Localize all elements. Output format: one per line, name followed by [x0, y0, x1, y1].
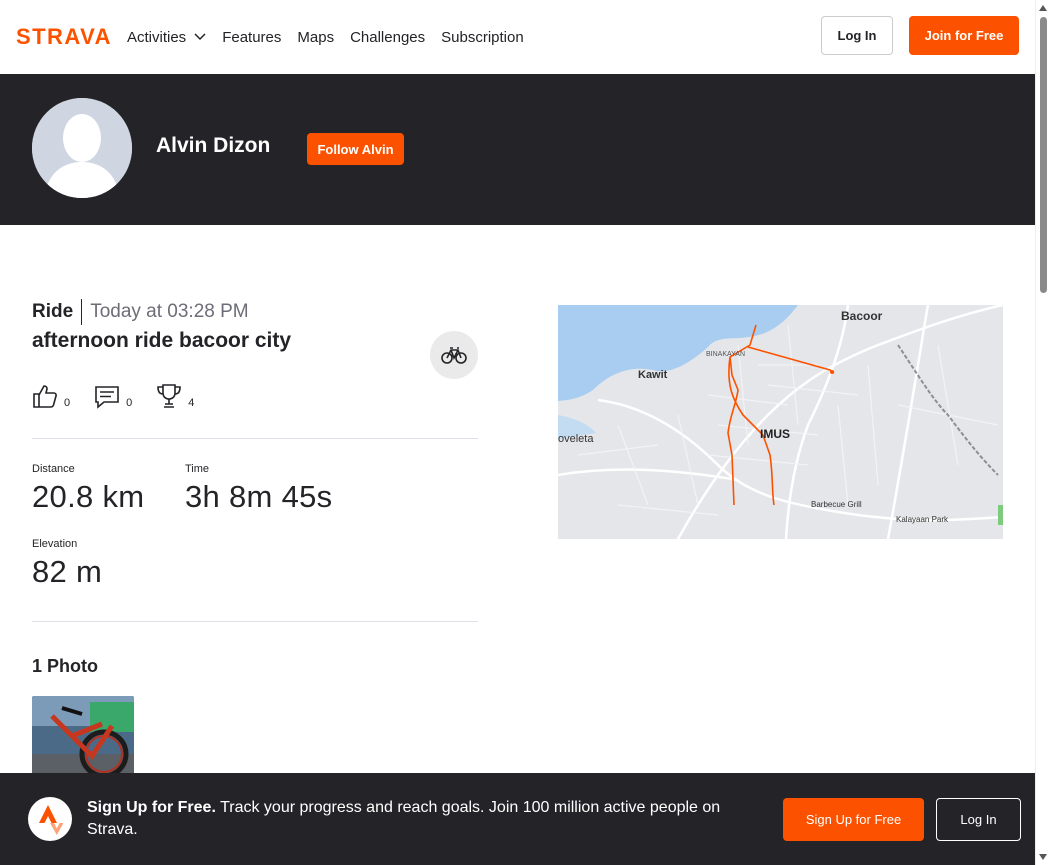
signup-banner: Sign Up for Free. Track your progress an…: [0, 773, 1035, 865]
photos-title: 1 Photo: [32, 656, 98, 676]
activity-map[interactable]: Bacoor BINAKAYAN Kawit IMUS oveleta Barb…: [558, 305, 1003, 539]
nav-item-label: Activities: [127, 28, 187, 46]
map-label-bacoor: Bacoor: [841, 309, 883, 323]
activity-details: Ride Today at 03:28 PM afternoon ride ba…: [32, 298, 478, 796]
scroll-down-arrow-icon[interactable]: [1039, 854, 1047, 860]
nav-item-maps[interactable]: Maps: [297, 29, 334, 46]
trophy-icon: [157, 384, 182, 408]
banner-login-button[interactable]: Log In: [936, 798, 1021, 841]
kudos[interactable]: 0: [32, 383, 70, 409]
avatar[interactable]: [32, 98, 132, 198]
map-label-barbecue: Barbecue Grill: [811, 500, 862, 509]
stat-value: 20.8 km: [32, 479, 145, 514]
stat-label: Distance: [32, 463, 75, 475]
map-label-noveleta: oveleta: [558, 433, 594, 445]
activity-date: Today at 03:28 PM: [90, 301, 249, 322]
comment-icon: [95, 386, 119, 409]
join-free-button[interactable]: Join for Free: [909, 16, 1019, 55]
stat-label: Elevation: [32, 538, 78, 550]
divider: [32, 621, 478, 622]
stat-value: 82 m: [32, 554, 103, 589]
stat-time: Time 3h 8m 45s: [185, 463, 332, 515]
stat-label: Time: [185, 463, 210, 475]
thumbs-up-icon: [33, 385, 57, 408]
banner-message: Sign Up for Free. Track your progress an…: [87, 797, 757, 841]
sport-badge: [430, 331, 478, 379]
page: STRAVA Activities Features Maps Challeng…: [0, 0, 1050, 865]
divider: [32, 438, 478, 439]
page-scrollbar[interactable]: [1035, 0, 1050, 865]
kudos-count: 0: [64, 397, 71, 409]
athlete-header: Alvin Dizon Follow Alvin: [0, 74, 1035, 225]
activity-meta: Ride Today at 03:28 PM: [32, 298, 478, 326]
bicycle-icon: [441, 347, 467, 364]
comments[interactable]: 0: [94, 383, 132, 409]
scroll-up-arrow-icon[interactable]: [1039, 5, 1047, 11]
top-nav: STRAVA Activities Features Maps Challeng…: [0, 0, 1035, 74]
banner-signup-button[interactable]: Sign Up for Free: [783, 798, 924, 841]
nav-item-activities[interactable]: Activities: [127, 29, 206, 46]
sport-type: Ride: [32, 299, 83, 325]
activity-title: afternoon ride bacoor city: [32, 329, 292, 352]
logo-text: STRAVA: [16, 25, 111, 47]
nav-item-features[interactable]: Features: [222, 29, 281, 46]
nav-item-challenges[interactable]: Challenges: [350, 29, 425, 46]
map-label-imus: IMUS: [760, 427, 790, 441]
achievements[interactable]: 4: [156, 383, 194, 409]
strava-logo[interactable]: STRAVA: [16, 25, 112, 47]
follow-button[interactable]: Follow Alvin: [307, 133, 404, 165]
map-label-kawit: Kawit: [638, 369, 668, 381]
route-map: Bacoor BINAKAYAN Kawit IMUS oveleta Barb…: [558, 305, 1003, 539]
chevron-down-icon: [194, 33, 206, 41]
scrollbar-thumb[interactable]: [1040, 17, 1047, 293]
stat-value: 3h 8m 45s: [185, 479, 333, 514]
map-label-binakayan: BINAKAYAN: [706, 351, 745, 358]
stat-elevation: Elevation 82 m: [32, 538, 102, 590]
login-button[interactable]: Log In: [821, 16, 893, 55]
stat-distance: Distance 20.8 km: [32, 463, 144, 515]
nav-links: Activities Features Maps Challenges Subs…: [127, 0, 524, 74]
comments-count: 0: [126, 397, 133, 409]
athlete-name[interactable]: Alvin Dizon: [156, 134, 270, 158]
banner-headline: Sign Up for Free.: [87, 799, 216, 816]
achievements-count: 4: [188, 397, 195, 409]
strava-app-icon: [28, 797, 72, 841]
avatar-placeholder-icon: [32, 98, 132, 198]
nav-item-subscription[interactable]: Subscription: [441, 29, 524, 46]
strava-chevron-icon: [39, 805, 64, 835]
social-stats: 0 0 4: [32, 383, 194, 409]
route-start-marker: [830, 370, 834, 374]
map-label-kalayaan: Kalayaan Park: [896, 515, 949, 524]
